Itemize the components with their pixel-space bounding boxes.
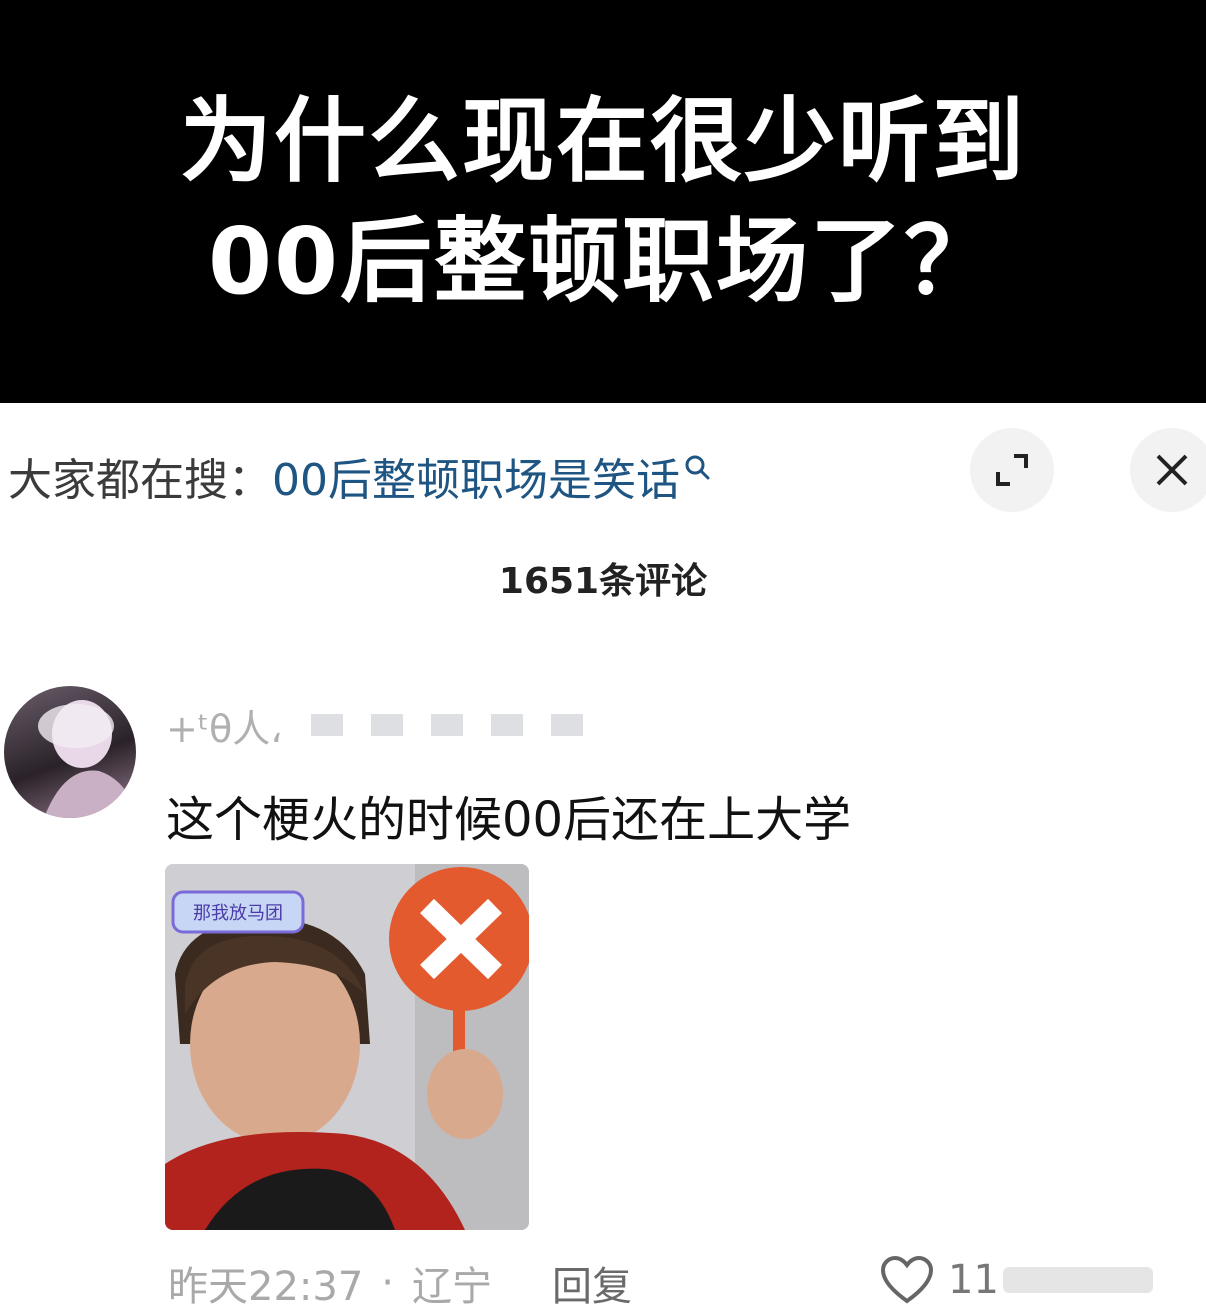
comment-time: 昨天22:37 <box>168 1264 364 1310</box>
comment-meta: 昨天22:37 · 辽宁 回复 <box>168 1255 632 1311</box>
comment-author[interactable]: +ᵗθ人، <box>166 698 583 753</box>
search-icon[interactable] <box>684 454 710 480</box>
like-button[interactable]: 11 <box>880 1250 1153 1310</box>
expand-button[interactable] <box>970 428 1054 512</box>
expand-icon <box>996 454 1028 486</box>
comment-body: 这个梗火的时候00后还在上大学 <box>166 792 852 848</box>
masked-username-block <box>490 714 523 736</box>
heart-icon <box>880 1255 934 1304</box>
masked-area <box>1002 1267 1153 1293</box>
banner-title-line-2: 00后整顿职场了？ <box>207 207 999 315</box>
close-button[interactable] <box>1130 428 1206 512</box>
masked-username-block <box>550 714 583 736</box>
trending-search-label: 大家都在搜： <box>8 455 272 506</box>
banner-title-line-1: 为什么现在很少听到 <box>179 87 1026 195</box>
comment-image[interactable]: 那我放马团 <box>165 864 529 1230</box>
meta-separator: · <box>381 1260 394 1306</box>
masked-username-block <box>430 714 463 736</box>
trending-search-link[interactable]: 00后整顿职场是笑话 <box>272 444 680 508</box>
masked-username-block <box>370 714 403 736</box>
avatar[interactable] <box>4 686 136 818</box>
username[interactable]: +ᵗθ人، <box>166 698 283 753</box>
meme-badge-text: 那我放马团 <box>193 903 283 924</box>
like-count: 11 <box>948 1257 999 1303</box>
trending-search: 大家都在搜： 00后整顿职场是笑话 <box>8 436 710 516</box>
title-banner: 为什么现在很少听到 00后整顿职场了？ <box>0 0 1206 403</box>
comment-location: 辽宁 <box>412 1264 492 1310</box>
masked-username-block <box>310 714 343 736</box>
close-icon <box>1156 454 1188 486</box>
comment-count-header: 1651条评论 <box>498 561 708 602</box>
reply-button[interactable]: 回复 <box>552 1254 632 1312</box>
